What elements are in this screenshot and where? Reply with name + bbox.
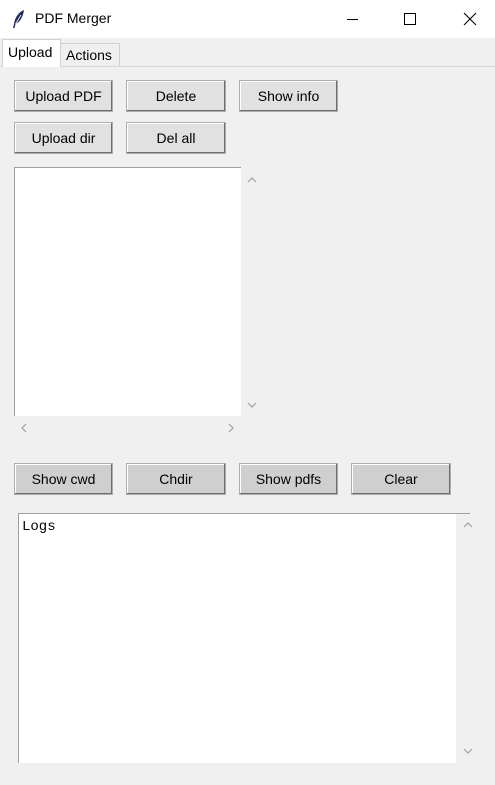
- maximize-button[interactable]: [387, 0, 433, 38]
- tab-divider: [0, 66, 495, 67]
- upload-dir-button[interactable]: Upload dir: [14, 122, 113, 154]
- show-cwd-button[interactable]: Show cwd: [14, 463, 113, 495]
- minimize-icon: [347, 19, 358, 20]
- clear-button[interactable]: Clear: [351, 463, 451, 495]
- logs-scroll-up-icon[interactable]: [462, 519, 474, 531]
- del-all-button[interactable]: Del all: [126, 122, 226, 154]
- scroll-up-icon[interactable]: [246, 174, 258, 186]
- window-title: PDF Merger: [35, 10, 112, 26]
- show-pdfs-button[interactable]: Show pdfs: [239, 463, 338, 495]
- feather-icon: [11, 9, 27, 29]
- close-icon: [463, 12, 477, 26]
- tab-upload[interactable]: Upload: [2, 39, 61, 67]
- scroll-right-icon[interactable]: [225, 422, 237, 434]
- title-bar: PDF Merger: [0, 0, 495, 38]
- scroll-down-icon[interactable]: [246, 399, 258, 411]
- logs-scroll-down-icon[interactable]: [462, 745, 474, 757]
- maximize-icon: [404, 13, 416, 25]
- logs-text: Logs: [22, 519, 56, 535]
- logs-textarea[interactable]: Logs: [18, 513, 470, 763]
- upload-pdf-button[interactable]: Upload PDF: [14, 80, 113, 112]
- chdir-button[interactable]: Chdir: [126, 463, 226, 495]
- logs-scrollbar[interactable]: [456, 514, 470, 763]
- delete-button[interactable]: Delete: [126, 80, 226, 112]
- tab-actions[interactable]: Actions: [60, 43, 120, 66]
- minimize-button[interactable]: [330, 0, 376, 38]
- show-info-button[interactable]: Show info: [239, 80, 338, 112]
- pdf-file-list[interactable]: [14, 167, 241, 416]
- scroll-left-icon[interactable]: [18, 422, 30, 434]
- close-button[interactable]: [447, 0, 493, 38]
